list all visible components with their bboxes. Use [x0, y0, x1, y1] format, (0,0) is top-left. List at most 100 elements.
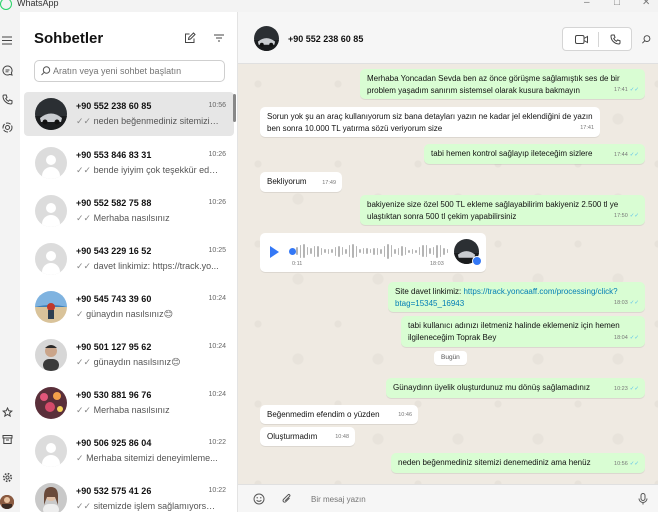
message-list: Merhaba Yoncadan Sevda ben az önce görüş… [238, 64, 658, 484]
microphone-icon [472, 256, 482, 266]
chat-time: 10:26 [208, 199, 226, 206]
chats-icon[interactable] [0, 63, 14, 77]
chat-name: +90 543 229 16 52 [76, 246, 152, 256]
avatar [35, 387, 67, 419]
waveform-bar [411, 248, 413, 254]
waveform-bar [306, 247, 308, 255]
maximize-button[interactable]: □ [614, 0, 620, 8]
filter-icon [214, 34, 224, 42]
emoji-icon [253, 493, 264, 504]
chat-preview: ✓✓ neden beğenmediniz sitemizi d... [76, 116, 220, 126]
message-bubble-incoming[interactable]: Oluşturmadım 10:48 [260, 427, 355, 446]
waveform-bar [317, 245, 319, 257]
chat-item[interactable]: +90 552 238 60 85 10:56 ✓✓ neden beğenme… [24, 92, 234, 136]
waveform[interactable] [296, 242, 448, 260]
profile-avatar[interactable] [0, 495, 14, 509]
close-window-button[interactable]: ✕ [642, 0, 650, 8]
voice-record-button[interactable] [636, 492, 649, 505]
message-bubble-outgoing[interactable]: Günaydınn üyelik oluşturdunuz mu dönüş s… [386, 378, 645, 398]
new-chat-button[interactable] [182, 30, 198, 46]
chat-item[interactable]: +90 506 925 86 04 10:22 ✓ Merhaba sitemi… [24, 429, 234, 477]
chat-item[interactable]: +90 532 575 41 26 10:22 ✓✓ sitemizde işl… [24, 477, 234, 512]
waveform-bar [394, 248, 396, 254]
title-bar: WhatsApp – □ ✕ [0, 0, 658, 12]
waveform-bar [404, 247, 406, 255]
voice-call-button[interactable] [607, 32, 623, 46]
sent-receipt-icon: ✓ [76, 453, 84, 463]
voice-call-icon [609, 34, 620, 45]
chat-time: 10:22 [208, 439, 226, 446]
menu-icon[interactable] [0, 33, 14, 47]
waveform-bar [313, 245, 315, 257]
settings-icon[interactable] [0, 470, 14, 484]
chat-item[interactable]: +90 501 127 95 62 10:24 ✓✓ günaydın nası… [24, 333, 234, 381]
read-receipt-icon: ✓✓ [629, 152, 639, 158]
message-bubble-outgoing[interactable]: Merhaba Yoncadan Sevda ben az önce görüş… [360, 69, 645, 99]
starred-icon[interactable] [0, 405, 14, 419]
waveform-bar [348, 245, 350, 257]
chat-item[interactable]: +90 545 743 39 60 10:24 ✓ günaydın nasıl… [24, 285, 234, 333]
filter-button[interactable] [211, 30, 227, 46]
chat-item[interactable]: +90 553 846 83 31 10:26 ✓✓ bende iyiyim … [24, 141, 234, 189]
attach-button[interactable] [280, 492, 293, 505]
waveform-bar [432, 247, 434, 255]
message-bubble-outgoing[interactable]: Site davet linkimiz: https://track.yonca… [388, 282, 645, 312]
contact-name[interactable]: +90 552 238 60 85 [288, 34, 363, 44]
message-input[interactable] [311, 492, 611, 506]
message-bubble-incoming[interactable]: Bekliyorum 17:49 [260, 172, 342, 192]
message-meta: 17:41 [580, 125, 594, 131]
waveform-bar [397, 247, 399, 255]
minimize-button[interactable]: – [584, 0, 590, 8]
search-in-chat-button[interactable] [638, 32, 654, 46]
calls-icon[interactable] [0, 92, 14, 106]
status-icon[interactable] [0, 120, 14, 134]
waveform-bar [429, 248, 431, 254]
chat-list-scrollbar[interactable] [233, 94, 236, 122]
message-bubble-incoming[interactable]: Beğenmedim efendim o yüzden 10:46 [260, 405, 418, 424]
read-receipt-icon: ✓✓ [76, 405, 92, 415]
window-title: WhatsApp [17, 0, 59, 8]
message-meta: 18:03 ✓✓ [614, 300, 639, 306]
archive-icon[interactable] [0, 432, 14, 446]
chat-item[interactable]: +90 552 582 75 88 10:26 ✓✓ Merhaba nasıl… [24, 189, 234, 237]
chat-time: 10:22 [208, 487, 226, 494]
waveform-bar [373, 247, 375, 255]
message-bubble-incoming[interactable]: Sorun yok şu an araç kullanıyorum siz ba… [260, 107, 600, 137]
message-meta: 17:41 ✓✓ [614, 87, 639, 93]
read-receipt-icon: ✓✓ [629, 386, 639, 392]
emoji-button[interactable] [252, 492, 265, 505]
chat-time: 10:24 [208, 391, 226, 398]
chats-heading: Sohbetler [34, 30, 104, 47]
chat-item[interactable]: +90 543 229 16 52 10:25 ✓✓ davet linkimi… [24, 237, 234, 285]
date-separator: Bugün [434, 351, 467, 365]
video-call-button[interactable] [573, 32, 589, 46]
chat-item[interactable]: +90 530 881 96 76 10:24 ✓✓ Merhaba nasıl… [24, 381, 234, 429]
chat-name: +90 532 575 41 26 [76, 486, 152, 496]
chat-list-panel: Sohbetler +90 552 238 60 85 10:56 ✓✓ ned… [20, 12, 238, 512]
message-bubble-outgoing[interactable]: tabi hemen kontrol sağlayıp ileteceğim s… [424, 144, 645, 164]
playback-scrubber[interactable] [289, 248, 296, 255]
chat-time: 10:25 [208, 247, 226, 254]
message-bubble-outgoing[interactable]: tabi kullanıcı adınızı iletmeniz halinde… [401, 316, 645, 347]
waveform-bar [390, 245, 392, 257]
contact-avatar[interactable] [254, 26, 279, 51]
chat-name: +90 553 846 83 31 [76, 150, 152, 160]
chat-time: 10:26 [208, 151, 226, 158]
search-input[interactable] [53, 66, 218, 76]
search-icon [41, 66, 51, 76]
waveform-bar [362, 248, 364, 254]
search-icon [641, 34, 650, 43]
waveform-bar [296, 247, 298, 255]
read-receipt-icon: ✓✓ [76, 261, 92, 271]
search-box[interactable] [34, 60, 225, 82]
call-button-group [562, 27, 632, 51]
chat-name: +90 552 582 75 88 [76, 198, 152, 208]
waveform-bar [387, 243, 389, 259]
chat-name: +90 501 127 95 62 [76, 342, 152, 352]
message-bubble-outgoing[interactable]: bakiyenize size özel 500 TL ekleme sağla… [360, 195, 645, 225]
play-icon[interactable] [270, 246, 279, 258]
message-meta: 10:56 ✓✓ [614, 461, 639, 467]
read-receipt-icon: ✓✓ [76, 213, 92, 223]
message-bubble-outgoing[interactable]: neden beğenmediniz sitemizi denemediniz … [391, 453, 645, 473]
conversation-header: +90 552 238 60 85 [238, 12, 658, 64]
